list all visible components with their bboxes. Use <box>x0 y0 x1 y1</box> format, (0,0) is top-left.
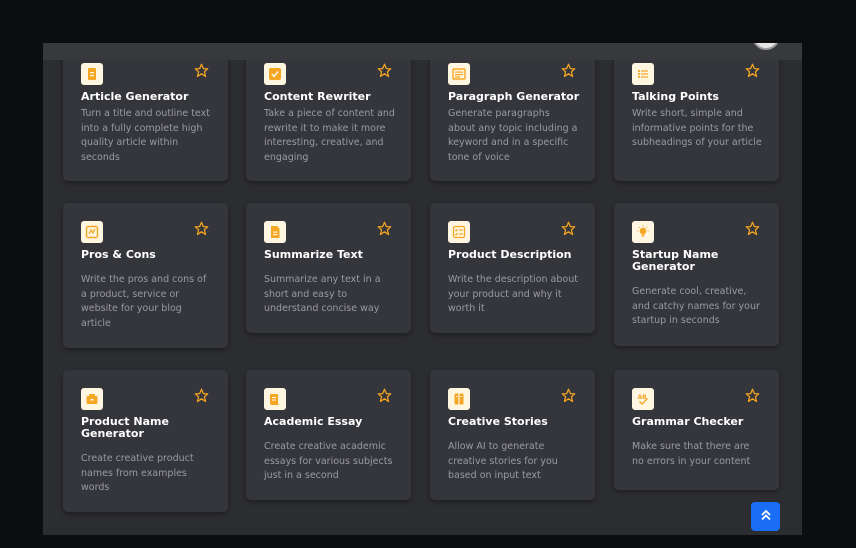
tool-description: Turn a title and outline text into a ful… <box>81 108 210 163</box>
tool-description: Allow AI to generate creative stories fo… <box>448 441 558 481</box>
tool-title: Content Rewriter <box>264 90 371 103</box>
tool-description: Summarize any text in a short and easy t… <box>264 274 381 314</box>
tool-card-product-description[interactable]: Product Description Write the descriptio… <box>430 203 595 333</box>
tool-card-talking-points[interactable]: Talking Points Write short, simple and i… <box>614 45 779 181</box>
tool-description: Write the description about your product… <box>448 274 578 314</box>
tool-card-startup-name-generator[interactable]: Startup Name Generator Generate cool, cr… <box>614 203 779 346</box>
scroll-icon <box>264 388 286 410</box>
list-icon <box>632 63 654 85</box>
top-bar <box>43 43 802 60</box>
tool-card-pros-cons[interactable]: Pros & Cons Write the pros and cons of a… <box>63 203 228 348</box>
tool-card-article-generator[interactable]: Article Generator Turn a title and outli… <box>63 45 228 181</box>
paragraph-icon <box>448 63 470 85</box>
double-chevron-up-icon <box>759 507 773 526</box>
tool-title: Grammar Checker <box>632 415 744 428</box>
document-icon <box>264 221 286 243</box>
checklist-icon <box>448 221 470 243</box>
grammar-icon: AB <box>632 388 654 410</box>
tool-card-content-rewriter[interactable]: Content Rewriter Take a piece of content… <box>246 45 411 181</box>
tool-title: Academic Essay <box>264 415 363 428</box>
tool-description: Take a piece of content and rewrite it t… <box>264 108 395 163</box>
tool-title: Creative Stories <box>448 415 548 428</box>
tool-card-academic-essay[interactable]: Academic Essay Create creative academic … <box>246 370 411 500</box>
favorite-star-icon[interactable] <box>194 388 209 403</box>
favorite-star-icon[interactable] <box>377 388 392 403</box>
tool-description: Write short, simple and informative poin… <box>632 108 762 148</box>
lightbulb-icon <box>632 221 654 243</box>
tool-title: Paragraph Generator <box>448 90 580 103</box>
user-avatar[interactable] <box>752 43 780 50</box>
favorite-star-icon[interactable] <box>745 63 760 78</box>
rewrite-icon <box>264 63 286 85</box>
favorite-star-icon[interactable] <box>377 63 392 78</box>
tool-description: Make sure that there are no errors in yo… <box>632 441 751 467</box>
book-icon <box>448 388 470 410</box>
tool-card-creative-stories[interactable]: Creative Stories Allow AI to generate cr… <box>430 370 595 500</box>
tool-description: Generate cool, creative, and catchy name… <box>632 286 760 326</box>
tool-title: Talking Points <box>632 90 719 103</box>
scroll-to-top-button[interactable] <box>751 502 780 531</box>
favorite-star-icon[interactable] <box>377 221 392 236</box>
favorite-star-icon[interactable] <box>194 221 209 236</box>
tool-card-summarize-text[interactable]: Summarize Text Summarize any text in a s… <box>246 203 411 333</box>
favorite-star-icon[interactable] <box>194 63 209 78</box>
tool-description: Generate paragraphs about any topic incl… <box>448 108 578 163</box>
product-icon <box>81 388 103 410</box>
tool-title: Article Generator <box>81 90 189 103</box>
article-icon <box>81 63 103 85</box>
tool-title: Product Description <box>448 248 572 261</box>
tool-card-grammar-checker[interactable]: AB Grammar Checker Make sure that there … <box>614 370 779 490</box>
tool-card-product-name-generator[interactable]: Product Name Generator Create creative p… <box>63 370 228 512</box>
tool-description: Write the pros and cons of a product, se… <box>81 274 207 329</box>
favorite-star-icon[interactable] <box>745 221 760 236</box>
favorite-star-icon[interactable] <box>745 388 760 403</box>
tool-title: Summarize Text <box>264 248 363 261</box>
tool-description: Create creative product names from examp… <box>81 453 194 493</box>
tool-title: Product Name Generator <box>81 415 169 440</box>
favorite-star-icon[interactable] <box>561 63 576 78</box>
pros-cons-icon <box>81 221 103 243</box>
tool-title: Pros & Cons <box>81 248 156 261</box>
tool-card-paragraph-generator[interactable]: Paragraph Generator Generate paragraphs … <box>430 45 595 181</box>
tool-title: Startup Name Generator <box>632 248 719 273</box>
favorite-star-icon[interactable] <box>561 221 576 236</box>
tool-description: Create creative academic essays for vari… <box>264 441 393 481</box>
favorite-star-icon[interactable] <box>561 388 576 403</box>
tools-panel: Article Generator Turn a title and outli… <box>43 43 802 535</box>
